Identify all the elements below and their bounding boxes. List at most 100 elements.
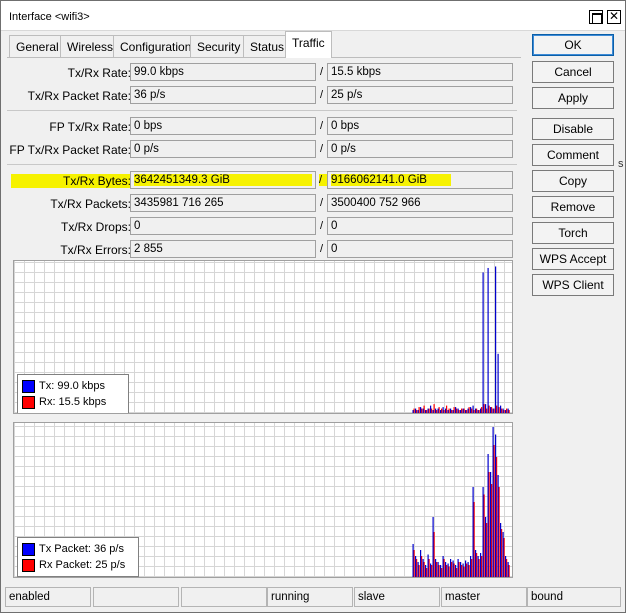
tx-bar: [505, 410, 507, 413]
tx-bar: [457, 559, 459, 577]
fp-txrx-packet-rate-label: FP Tx/Rx Packet Rate:: [9, 143, 131, 157]
legend-tx-packet-label: Tx Packet: 36 p/s: [39, 543, 124, 555]
tx-bar: [415, 556, 417, 577]
tab-configuration[interactable]: Configuration: [113, 35, 199, 57]
tx-bar: [490, 407, 492, 413]
tx-bar: [430, 405, 432, 413]
tx-bar: [430, 563, 432, 577]
tx-bar: [470, 556, 472, 577]
tx-bar: [420, 407, 422, 413]
tx-bar: [432, 517, 434, 577]
torch-button[interactable]: Torch: [532, 222, 614, 244]
section-divider: [7, 164, 517, 165]
traffic-bytes-graph: Tx: 99.0 kbps Rx: 15.5 kbps: [13, 260, 513, 414]
slash-separator: /: [320, 220, 324, 232]
ok-button[interactable]: OK: [532, 34, 614, 56]
fp-tx-packet-rate-field: 0 p/s: [130, 140, 316, 158]
disable-button[interactable]: Disable: [532, 118, 614, 140]
tx-drops-field: 0: [130, 217, 316, 235]
tx-bar: [462, 408, 464, 413]
fp-txrx-rate-label: FP Tx/Rx Rate:: [49, 120, 131, 134]
txrx-rate-label: Tx/Rx Rate:: [67, 66, 131, 80]
tx-bytes-field: 3642451349.3 GiB: [130, 171, 316, 189]
tx-rate-field: 99.0 kbps: [130, 63, 316, 81]
comment-button[interactable]: Comment: [532, 144, 614, 166]
status-running: running: [267, 587, 353, 607]
tx-bar: [425, 565, 427, 577]
tx-bar: [492, 427, 494, 577]
tx-bar: [417, 410, 419, 413]
tx-swatch-icon: [22, 379, 35, 393]
rx-bytes-value: 9166062141.0 GiB: [331, 174, 451, 186]
tx-bar: [442, 407, 444, 413]
status-bar: enabled running slave master bound: [5, 587, 623, 607]
interface-window: Interface <wifi3> ✕ General Wireless Con…: [0, 0, 626, 613]
copy-button[interactable]: Copy: [532, 170, 614, 192]
tx-bar: [477, 556, 479, 577]
tx-bar: [485, 404, 487, 413]
tx-bar: [465, 410, 467, 413]
tx-bar: [427, 408, 429, 413]
tx-bar: [480, 553, 482, 577]
tab-wireless[interactable]: Wireless: [60, 35, 121, 57]
tx-bar: [490, 472, 492, 577]
wps-client-button[interactable]: WPS Client: [532, 274, 614, 296]
apply-button[interactable]: Apply: [532, 87, 614, 109]
tx-bar: [422, 559, 424, 577]
maximize-icon[interactable]: [589, 10, 603, 24]
tx-bar: [472, 487, 474, 577]
legend-rx-packet-label: Rx Packet: 25 p/s: [39, 559, 126, 571]
tab-status[interactable]: Status: [243, 35, 292, 57]
tx-bar: [452, 560, 454, 577]
legend-rx-label: Rx: 15.5 kbps: [39, 396, 107, 408]
tx-bar: [462, 563, 464, 577]
txrx-packets-label: Tx/Rx Packets:: [50, 197, 131, 211]
legend-tx: Tx: 99.0 kbps: [22, 378, 124, 394]
tx-packet-rate-field: 36 p/s: [130, 86, 316, 104]
tx-bar: [460, 562, 462, 577]
tx-bar: [437, 408, 439, 413]
remove-button[interactable]: Remove: [532, 196, 614, 218]
tab-traffic[interactable]: Traffic: [285, 31, 332, 58]
tx-bar: [440, 565, 442, 577]
tx-bar: [447, 563, 449, 577]
tx-bar: [497, 475, 499, 577]
tx-bar: [417, 562, 419, 577]
tab-security[interactable]: Security: [190, 35, 248, 57]
tx-bar: [477, 410, 479, 413]
tx-bar: [470, 407, 472, 413]
rx-swatch-icon: [22, 558, 35, 572]
rx-rate-field: 15.5 kbps: [327, 63, 513, 81]
tx-bar: [435, 559, 437, 577]
tx-bar: [467, 562, 469, 577]
legend-tx-label: Tx: 99.0 kbps: [39, 380, 106, 392]
tx-bar: [507, 408, 509, 413]
tx-bar: [500, 405, 502, 413]
close-icon[interactable]: ✕: [607, 10, 621, 24]
tx-errors-field: 2 855: [130, 240, 316, 258]
cancel-button[interactable]: Cancel: [532, 61, 614, 83]
txrx-packet-rate-label: Tx/Rx Packet Rate:: [27, 89, 131, 103]
tx-bar: [435, 408, 437, 413]
tx-bar: [485, 517, 487, 577]
wps-accept-button[interactable]: WPS Accept: [532, 248, 614, 270]
tx-bar: [445, 408, 447, 413]
slash-separator: /: [320, 143, 324, 155]
tx-bar: [422, 408, 424, 413]
title-bar: Interface <wifi3> ✕: [1, 1, 625, 31]
tx-bar: [495, 266, 497, 413]
tx-swatch-icon: [22, 542, 35, 556]
tx-bar: [455, 407, 457, 413]
tx-packets-field: 3435981 716 265: [130, 194, 316, 212]
tx-bar: [475, 408, 477, 413]
tx-bar: [442, 556, 444, 577]
tx-bar: [450, 408, 452, 413]
slash-separator: /: [320, 66, 324, 78]
rx-drops-field: 0: [327, 217, 513, 235]
slash-separator: /: [320, 197, 324, 209]
tx-bar: [482, 487, 484, 577]
tab-general[interactable]: General: [9, 35, 66, 57]
slash-separator: /: [320, 120, 324, 132]
tx-bar: [475, 550, 477, 577]
slash-separator: /: [320, 243, 324, 255]
